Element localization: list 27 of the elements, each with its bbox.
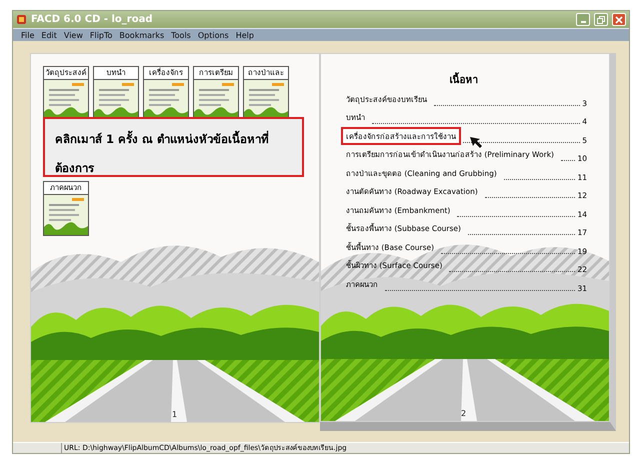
menu-item[interactable]: Help: [236, 30, 254, 40]
menu-item[interactable]: Bookmarks: [119, 30, 164, 40]
minimize-button[interactable]: [576, 13, 590, 26]
menu-item[interactable]: Tools: [171, 30, 191, 40]
page-thumbnail: [144, 80, 188, 120]
close-icon: [615, 16, 623, 24]
page-number: 2: [461, 409, 466, 418]
menu-item[interactable]: File: [21, 30, 34, 40]
page-thumbnail: [244, 80, 288, 120]
menu-item[interactable]: Options: [198, 30, 229, 40]
page-number: 1: [172, 410, 178, 419]
app-icon: [16, 14, 27, 25]
restore-icon: [597, 16, 605, 24]
contents-title: เนื้อหา: [341, 72, 587, 87]
close-button[interactable]: [612, 13, 626, 26]
minimize-icon: [580, 21, 586, 23]
page-thumbnail: [94, 80, 138, 120]
menu-item[interactable]: Edit: [41, 30, 57, 40]
page-thumbnail: [44, 80, 88, 120]
callout-text: คลิกเมาส์ 1 ครั้ง ณ ตำแหน่งหัวข้อเนื้อหาที่ต้องการ: [55, 130, 270, 177]
page-thumbnail: [194, 80, 238, 120]
menu-item[interactable]: FlipTo: [90, 30, 112, 40]
menu-item[interactable]: View: [64, 30, 83, 40]
cursor-arrow-icon: [469, 136, 483, 148]
restore-button[interactable]: [594, 13, 608, 26]
page-thumbnail: [44, 195, 88, 235]
window-title: FACD 6.0 CD - lo_road: [31, 14, 154, 25]
